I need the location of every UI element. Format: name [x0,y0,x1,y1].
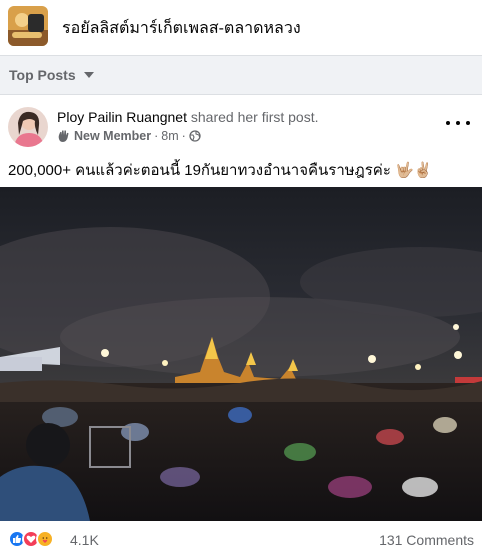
more-dot [456,121,460,125]
care-icon [36,530,54,548]
more-options-button[interactable] [446,115,470,131]
member-badge[interactable]: New Member [74,129,151,143]
post-meta: New Member · 8m · [57,129,201,143]
meta-separator-2: · [181,129,186,143]
night-rally-crowd-photo[interactable] [0,187,482,521]
author-line: Ploy Pailin Ruangnet shared her first po… [57,109,319,125]
more-dot [466,121,470,125]
author-name[interactable]: Ploy Pailin Ruangnet [57,109,187,125]
post-text: 200,000+ คนแล้วค่ะตอนนี้ 19กันยาทวงอำนาจ… [8,162,433,179]
sort-label[interactable]: Top Posts [9,67,76,83]
wave-hand-icon [58,130,69,142]
meta-separator: · [154,129,159,143]
reactions-bar: 4.1K 131 Comments [0,521,482,557]
sort-bar: Top Posts [0,55,482,95]
globe-icon [189,130,201,142]
more-dot [446,121,450,125]
group-name[interactable]: รอยัลลิสต์มาร์เก็ตเพลส-ตลาดหลวง [62,16,301,41]
comments-count[interactable]: 131 Comments [379,532,474,548]
author-action: shared her first post. [186,109,319,125]
avatar[interactable] [8,107,48,147]
post-header: Ploy Pailin Ruangnet shared her first po… [0,95,482,153]
reaction-count[interactable]: 4.1K [70,532,99,548]
group-header: รอยัลลิสต์มาร์เก็ตเพลส-ตลาดหลวง [0,0,482,55]
caret-down-icon[interactable] [82,68,96,82]
post-time[interactable]: 8m [161,129,178,143]
group-thumbnail[interactable] [8,6,48,46]
reaction-icons[interactable] [8,530,54,548]
